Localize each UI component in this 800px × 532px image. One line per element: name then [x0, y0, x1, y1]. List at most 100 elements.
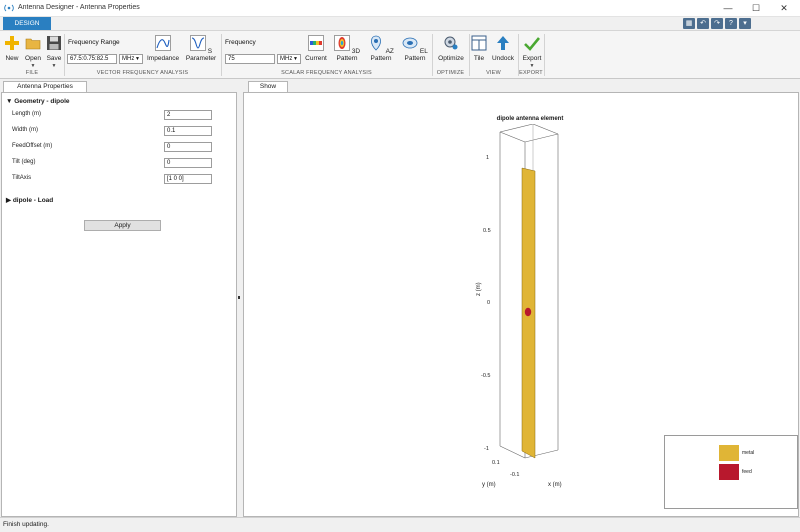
save-icon: [47, 36, 61, 50]
quick-access-toolbar: ▦ ↶ ↷ ? ▾: [683, 18, 751, 29]
feedoffset-label: FeedOffset (m): [12, 143, 53, 149]
tile-icon: [471, 35, 487, 51]
optimize-button[interactable]: Optimize: [435, 35, 467, 62]
optimize-label: Optimize: [438, 55, 464, 62]
status-bar: Finish updating.: [0, 517, 800, 532]
az-pattern-icon: [371, 35, 382, 51]
tab-show[interactable]: Show: [248, 81, 288, 92]
sparameter-icon: [190, 35, 206, 51]
feed-point: [524, 307, 532, 317]
minimize-button[interactable]: —: [714, 0, 742, 17]
frequency-input[interactable]: 75: [225, 54, 275, 64]
view-section-label: VIEW: [486, 70, 501, 76]
z-tick-neg-0-5: -0.5: [481, 373, 491, 379]
ribbon-toolstrip: New Open ▼ Save ▼ FILE Frequency Range 6…: [0, 30, 800, 79]
tile-button[interactable]: Tile: [471, 35, 487, 62]
load-group-header[interactable]: ▶ dipole - Load: [6, 196, 53, 204]
width-input[interactable]: 0.1: [164, 126, 212, 136]
x-axis-label: x (m): [548, 482, 562, 488]
3d-pattern-button[interactable]: 3D Pattern: [331, 35, 363, 62]
expand-icon[interactable]: ▾: [739, 18, 751, 29]
z-tick-neg-1: -1: [484, 446, 489, 452]
feedoffset-input[interactable]: 0: [164, 142, 212, 152]
geometry-group-label: Geometry - dipole: [14, 98, 70, 105]
vector-section-label: VECTOR FREQUENCY ANALYSIS: [96, 70, 189, 76]
tab-design[interactable]: DESIGN: [3, 17, 51, 30]
undock-button[interactable]: Undock: [490, 35, 516, 62]
tiltaxis-input[interactable]: [1 0 0]: [164, 174, 212, 184]
impedance-button[interactable]: Impedance: [147, 35, 179, 62]
scalar-section-label: SCALAR FREQUENCY ANALYSIS: [281, 70, 372, 76]
y-tick-0-1: 0.1: [492, 460, 500, 466]
chevron-down-icon: ▼: [529, 63, 535, 69]
el-pattern-button[interactable]: EL Pattern: [399, 35, 431, 62]
help-icon[interactable]: ?: [725, 18, 737, 29]
optimize-icon: [444, 36, 458, 50]
frequency-range-input[interactable]: 67.5:0.75:82.5: [67, 54, 117, 64]
z-axis-label: z (m): [476, 282, 482, 296]
open-button[interactable]: Open ▼: [24, 35, 42, 69]
file-section-label: FILE: [25, 70, 39, 76]
current-label: Current: [305, 55, 327, 62]
new-icon: [5, 36, 19, 50]
az-pattern-button[interactable]: AZ Pattern: [365, 35, 397, 62]
save-button[interactable]: Save ▼: [46, 35, 62, 69]
undo-icon[interactable]: ↶: [697, 18, 709, 29]
current-icon: [308, 35, 324, 51]
impedance-icon: [155, 35, 171, 51]
geometry-group-header[interactable]: ▼ Geometry - dipole: [6, 98, 70, 105]
tilt-label: Tilt (deg): [12, 159, 36, 165]
chevron-down-icon: ▼: [293, 56, 298, 62]
window-title: Antenna Designer - Antenna Properties: [18, 4, 140, 11]
new-button[interactable]: New: [4, 35, 20, 62]
frequency-unit-select[interactable]: MHz ▼: [277, 54, 301, 64]
sparameter-button[interactable]: S Parameter: [183, 35, 219, 62]
export-section-label: EXPORT: [519, 70, 543, 76]
panel-splitter[interactable]: [238, 296, 240, 299]
export-button[interactable]: Export ▼: [520, 35, 544, 69]
el-pattern-icon: [402, 37, 418, 49]
chevron-down-icon: ▼: [51, 63, 57, 69]
legend-feed-swatch: [719, 464, 739, 480]
load-group-label: dipole - Load: [12, 197, 54, 204]
title-bar: Antenna Designer - Antenna Properties — …: [0, 0, 800, 17]
frequency-range-label: Frequency Range: [68, 39, 120, 46]
checkmark-icon: [524, 37, 541, 51]
antenna-3d-plot[interactable]: [488, 124, 568, 464]
plot-legend: metal feed: [664, 435, 798, 509]
status-text: Finish updating.: [3, 521, 49, 528]
tilt-input[interactable]: 0: [164, 158, 212, 168]
frequency-range-unit-select[interactable]: MHz ▼: [119, 54, 143, 64]
unit-value: MHz: [122, 56, 135, 62]
width-label: Width (m): [12, 127, 38, 133]
layout-icon[interactable]: ▦: [683, 18, 695, 29]
undock-icon: [497, 36, 509, 50]
antenna-app-icon: [4, 4, 14, 12]
divider: [544, 34, 545, 76]
legend-metal-swatch: [719, 445, 739, 461]
apply-button[interactable]: Apply: [84, 220, 161, 231]
current-button[interactable]: Current: [304, 35, 328, 62]
close-button[interactable]: ✕: [770, 0, 798, 17]
frequency-label: Frequency: [225, 39, 256, 46]
length-input[interactable]: 2: [164, 110, 212, 120]
ribbon-tab-strip: DESIGN ▦ ↶ ↷ ? ▾: [0, 17, 800, 30]
save-label: Save: [46, 55, 62, 62]
export-label: Export: [522, 55, 542, 62]
3d-pattern-icon: [334, 35, 350, 51]
redo-icon[interactable]: ↷: [711, 18, 723, 29]
y-axis-label: y (m): [482, 482, 496, 488]
chevron-down-icon: ▼: [135, 56, 140, 62]
z-tick-1: 1: [486, 155, 490, 161]
plot-title: dipole antenna element: [496, 116, 564, 122]
impedance-label: Impedance: [147, 55, 180, 62]
unit-value: MHz: [280, 56, 293, 62]
legend-metal-label: metal: [742, 450, 755, 456]
expanded-triangle-icon: ▼: [6, 98, 13, 105]
chevron-down-icon: ▼: [30, 63, 36, 69]
properties-panel: Antenna Properties ▼ Geometry - dipole L…: [0, 80, 239, 517]
tab-antenna-properties[interactable]: Antenna Properties: [3, 81, 87, 92]
open-label: Open: [25, 55, 41, 62]
tiltaxis-label: TiltAxis: [12, 175, 32, 181]
maximize-button[interactable]: ☐: [742, 0, 770, 17]
